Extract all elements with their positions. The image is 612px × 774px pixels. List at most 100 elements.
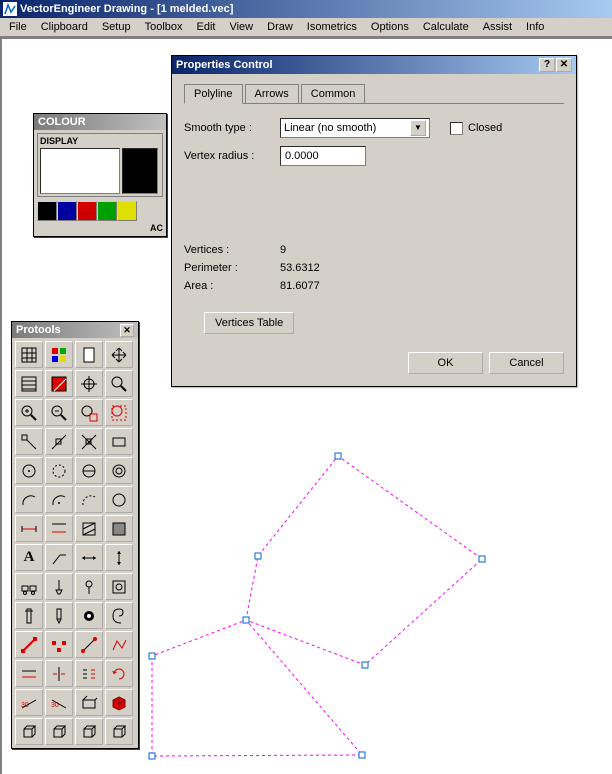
tool-dim1[interactable] bbox=[15, 515, 43, 542]
menu-setup[interactable]: Setup bbox=[95, 19, 138, 35]
perimeter-value: 53.6312 bbox=[280, 262, 320, 274]
vertices-table-button[interactable]: Vertices Table bbox=[204, 312, 294, 334]
tab-common[interactable]: Common bbox=[301, 84, 366, 103]
vrad-input[interactable] bbox=[280, 146, 366, 166]
tool-move[interactable] bbox=[105, 341, 133, 368]
dialog-titlebar[interactable]: Properties Control ? ✕ bbox=[172, 56, 576, 74]
tool-page[interactable] bbox=[75, 341, 103, 368]
smooth-select[interactable]: Linear (no smooth) ▼ bbox=[280, 118, 430, 138]
tool-line[interactable] bbox=[15, 631, 43, 658]
menu-draw[interactable]: Draw bbox=[260, 19, 300, 35]
tool-iso2[interactable]: 30 bbox=[45, 689, 73, 716]
tool-arc4[interactable] bbox=[105, 486, 133, 513]
tool-poly[interactable] bbox=[45, 631, 73, 658]
tool-hatch2[interactable] bbox=[45, 370, 73, 397]
tool-block2[interactable] bbox=[45, 573, 73, 600]
menu-isometrics[interactable]: Isometrics bbox=[300, 19, 364, 35]
tool-hatch1[interactable] bbox=[15, 370, 43, 397]
ac-label: AC bbox=[37, 223, 163, 233]
tab-arrows[interactable]: Arrows bbox=[245, 84, 299, 103]
tool-dimv[interactable] bbox=[105, 544, 133, 571]
tool-box1[interactable] bbox=[15, 718, 43, 745]
closed-checkbox[interactable] bbox=[450, 122, 463, 135]
bg-swatch[interactable] bbox=[122, 148, 158, 194]
tool-dimlin[interactable] bbox=[75, 544, 103, 571]
cancel-button[interactable]: Cancel bbox=[489, 352, 564, 374]
palette-green[interactable] bbox=[97, 201, 117, 221]
tool-iso4[interactable] bbox=[105, 689, 133, 716]
tool-snapend[interactable] bbox=[15, 428, 43, 455]
tool-snapint[interactable] bbox=[75, 428, 103, 455]
protools-panel: Protools ✕ A bbox=[11, 321, 139, 749]
tool-circle2[interactable] bbox=[45, 457, 73, 484]
tool-rect[interactable] bbox=[105, 428, 133, 455]
tool-dim2[interactable] bbox=[45, 515, 73, 542]
menu-clipboard[interactable]: Clipboard bbox=[34, 19, 95, 35]
tool-spiral[interactable] bbox=[105, 602, 133, 629]
tool-line2[interactable] bbox=[75, 631, 103, 658]
tool-arc3[interactable] bbox=[75, 486, 103, 513]
tool-zoomin[interactable] bbox=[15, 399, 43, 426]
tool-iso3[interactable] bbox=[75, 689, 103, 716]
tool-circle1[interactable] bbox=[15, 457, 43, 484]
tool-array[interactable] bbox=[75, 660, 103, 687]
tool-zoomfit[interactable] bbox=[105, 370, 133, 397]
tool-zoomsel[interactable] bbox=[105, 399, 133, 426]
colour-panel-title[interactable]: COLOUR bbox=[34, 114, 166, 130]
palette-red[interactable] bbox=[77, 201, 97, 221]
menu-calculate[interactable]: Calculate bbox=[416, 19, 476, 35]
tab-strip: Polyline Arrows Common bbox=[184, 84, 564, 104]
tool-snapmid[interactable] bbox=[45, 428, 73, 455]
tool-arc1[interactable] bbox=[15, 486, 43, 513]
main-menu: File Clipboard Setup Toolbox Edit View D… bbox=[0, 18, 612, 37]
colour-panel: COLOUR DISPLAY AC bbox=[33, 113, 167, 237]
menu-toolbox[interactable]: Toolbox bbox=[138, 19, 190, 35]
tool-block3[interactable] bbox=[75, 573, 103, 600]
menu-edit[interactable]: Edit bbox=[190, 19, 223, 35]
tool-box3[interactable] bbox=[75, 718, 103, 745]
protools-title[interactable]: Protools ✕ bbox=[12, 322, 138, 338]
palette-yellow[interactable] bbox=[117, 201, 137, 221]
tool-block5[interactable] bbox=[75, 602, 103, 629]
palette-black[interactable] bbox=[37, 201, 57, 221]
area-value: 81.6077 bbox=[280, 280, 320, 292]
menu-view[interactable]: View bbox=[222, 19, 260, 35]
close-icon[interactable]: ✕ bbox=[556, 58, 572, 72]
tool-offset[interactable] bbox=[15, 660, 43, 687]
help-icon[interactable]: ? bbox=[539, 58, 555, 72]
menu-info[interactable]: Info bbox=[519, 19, 551, 35]
tool-mirror[interactable] bbox=[45, 660, 73, 687]
menu-options[interactable]: Options bbox=[364, 19, 416, 35]
tool-fill[interactable] bbox=[105, 515, 133, 542]
tool-zoomout[interactable] bbox=[45, 399, 73, 426]
tool-block1[interactable] bbox=[15, 573, 43, 600]
tool-hatch3[interactable] bbox=[75, 515, 103, 542]
tool-zoomwin[interactable] bbox=[75, 399, 103, 426]
menu-file[interactable]: File bbox=[2, 19, 34, 35]
tool-circle4[interactable] bbox=[105, 457, 133, 484]
tool-bolt[interactable] bbox=[15, 602, 43, 629]
ok-button[interactable]: OK bbox=[408, 352, 483, 374]
tool-screw[interactable] bbox=[45, 602, 73, 629]
tool-circle3[interactable] bbox=[75, 457, 103, 484]
close-icon[interactable]: ✕ bbox=[120, 324, 134, 337]
tool-box2[interactable] bbox=[45, 718, 73, 745]
tool-block4[interactable] bbox=[105, 573, 133, 600]
tool-leader[interactable] bbox=[45, 544, 73, 571]
menu-assist[interactable]: Assist bbox=[476, 19, 519, 35]
tool-text[interactable]: A bbox=[15, 544, 43, 571]
tool-grid1[interactable] bbox=[15, 341, 43, 368]
closed-label: Closed bbox=[468, 122, 502, 134]
tool-iso1[interactable]: 30 bbox=[15, 689, 43, 716]
chevron-down-icon[interactable]: ▼ bbox=[410, 120, 426, 136]
tool-arc2[interactable] bbox=[45, 486, 73, 513]
tool-colour[interactable] bbox=[45, 341, 73, 368]
fg-swatch[interactable] bbox=[40, 148, 120, 194]
tab-polyline[interactable]: Polyline bbox=[184, 84, 243, 104]
palette-blue[interactable] bbox=[57, 201, 77, 221]
tool-poly2[interactable] bbox=[105, 631, 133, 658]
tool-target[interactable] bbox=[75, 370, 103, 397]
app-titlebar: VectorEngineer Drawing - [1 melded.vec] bbox=[0, 0, 612, 18]
tool-rotate[interactable] bbox=[105, 660, 133, 687]
tool-box4[interactable] bbox=[105, 718, 133, 745]
